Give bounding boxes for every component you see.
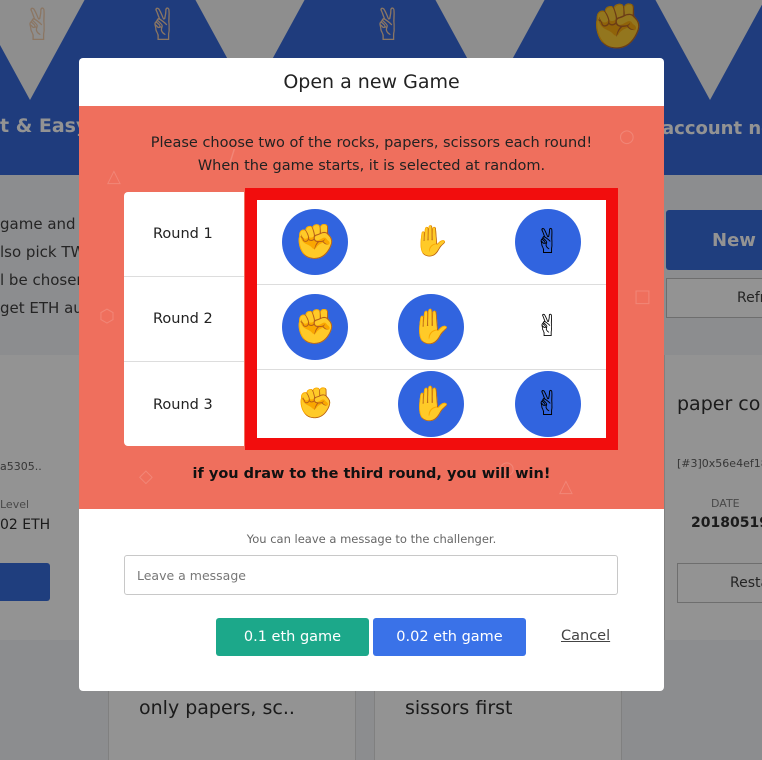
round-2-rock[interactable]: ✊ xyxy=(257,285,373,369)
round-2-paper[interactable]: ✋ xyxy=(373,285,489,369)
round-1-label: Round 1 xyxy=(124,192,244,277)
round-row: ✊ ✋ ✌ xyxy=(257,285,606,370)
round-3-scissors[interactable]: ✌ xyxy=(490,370,606,438)
eth-0-02-game-button[interactable]: 0.02 eth game xyxy=(373,618,526,656)
choice-highlight-box: ✊ ✋ ✌ ✊ ✋ ✌ ✊ ✋ ✌ xyxy=(245,188,618,450)
scissors-icon: ✌ xyxy=(514,209,581,275)
instructions: Please choose two of the rocks, papers, … xyxy=(150,135,593,174)
paper-icon: ✋ xyxy=(412,224,451,259)
message-label: You can leave a message to the challenge… xyxy=(246,532,497,546)
round-3-paper[interactable]: ✋ xyxy=(373,370,489,438)
rock-icon: ✊ xyxy=(296,386,334,421)
new-game-modal: Open a new Game △ ○ ⬡ □ ◇ △ / ○ Please c… xyxy=(79,58,664,691)
scissors-icon: ✌ xyxy=(514,371,581,437)
round-2-label: Round 2 xyxy=(124,277,244,362)
paper-icon: ✋ xyxy=(398,294,465,360)
round-row: ✊ ✋ ✌ xyxy=(257,200,606,285)
round-row: ✊ ✋ ✌ xyxy=(257,370,606,438)
eth-0-1-game-button[interactable]: 0.1 eth game xyxy=(216,618,369,656)
draw-note: if you draw to the third round, you will… xyxy=(192,466,551,482)
round-3-rock[interactable]: ✊ xyxy=(257,370,373,438)
round-1-rock[interactable]: ✊ xyxy=(257,200,373,284)
round-1-paper[interactable]: ✋ xyxy=(373,200,489,284)
choice-cells: ✊ ✋ ✌ ✊ ✋ ✌ ✊ ✋ ✌ xyxy=(257,200,606,438)
rock-icon: ✊ xyxy=(282,294,349,360)
rock-icon: ✊ xyxy=(282,209,349,275)
round-2-scissors[interactable]: ✌ xyxy=(490,285,606,369)
paper-icon: ✋ xyxy=(398,371,465,437)
round-1-scissors[interactable]: ✌ xyxy=(490,200,606,284)
modal-title: Open a new Game xyxy=(283,71,460,93)
round-labels: Round 1 Round 2 Round 3 xyxy=(124,192,244,446)
message-input[interactable] xyxy=(124,555,618,595)
scissors-icon: ✌ xyxy=(535,309,561,344)
cancel-button[interactable]: Cancel xyxy=(561,628,610,644)
round-3-label: Round 3 xyxy=(153,396,213,413)
